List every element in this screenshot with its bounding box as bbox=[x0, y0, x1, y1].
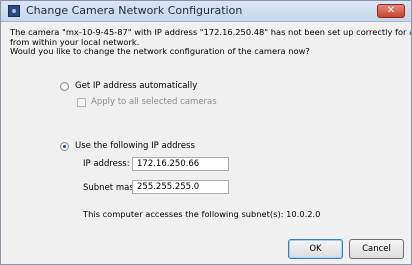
window-title: Change Camera Network Configuration bbox=[26, 4, 243, 17]
ip-address-input[interactable]: 172.16.250.66 bbox=[132, 157, 229, 171]
camera-app-icon bbox=[8, 5, 20, 17]
close-button[interactable]: ✕ bbox=[377, 4, 405, 18]
manual-ip-label[interactable]: Use the following IP address bbox=[75, 141, 195, 151]
subnet-info-text: This computer accesses the following sub… bbox=[83, 209, 321, 219]
ok-button[interactable]: OK bbox=[288, 239, 343, 259]
apply-all-checkbox[interactable] bbox=[77, 98, 86, 107]
cancel-button[interactable]: Cancel bbox=[349, 239, 404, 259]
apply-all-label[interactable]: Apply to all selected cameras bbox=[91, 97, 217, 107]
network-config-dialog: Change Camera Network Configuration ✕ Th… bbox=[0, 0, 412, 265]
message-line-3: Would you like to change the network con… bbox=[10, 46, 310, 56]
auto-ip-radio[interactable] bbox=[60, 82, 69, 91]
ip-address-label: IP address: bbox=[83, 159, 130, 169]
subnet-mask-input[interactable]: 255.255.255.0 bbox=[132, 180, 229, 194]
message-text: The camera "mx-10-9-45-87" with IP addre… bbox=[10, 27, 411, 57]
title-bar[interactable]: Change Camera Network Configuration ✕ bbox=[1, 1, 411, 22]
manual-ip-radio[interactable] bbox=[60, 142, 69, 151]
auto-ip-label[interactable]: Get IP address automatically bbox=[75, 81, 197, 91]
